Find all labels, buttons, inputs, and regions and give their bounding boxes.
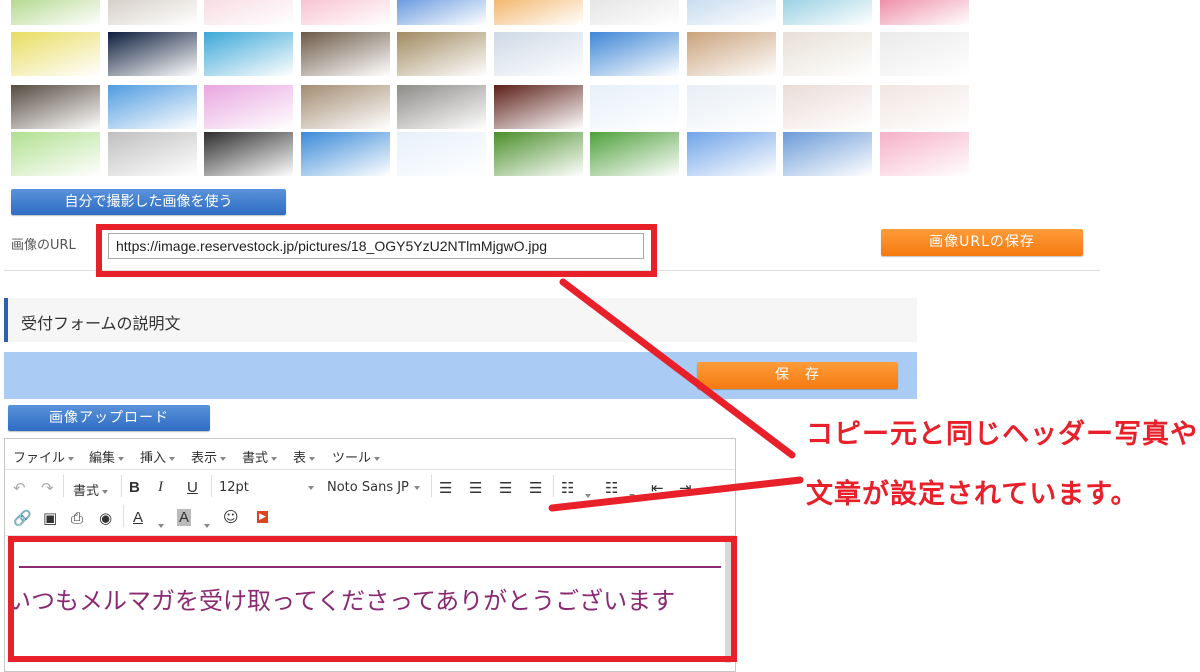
annotation-line-lower [548,476,804,512]
annotation-arrows [548,278,804,512]
callout-text-line2: 文章が設定されています。 [806,479,1139,510]
callout-text-line1: コピー元と同じヘッダー写真や [806,419,1198,450]
annotation-line-upper [559,278,796,459]
